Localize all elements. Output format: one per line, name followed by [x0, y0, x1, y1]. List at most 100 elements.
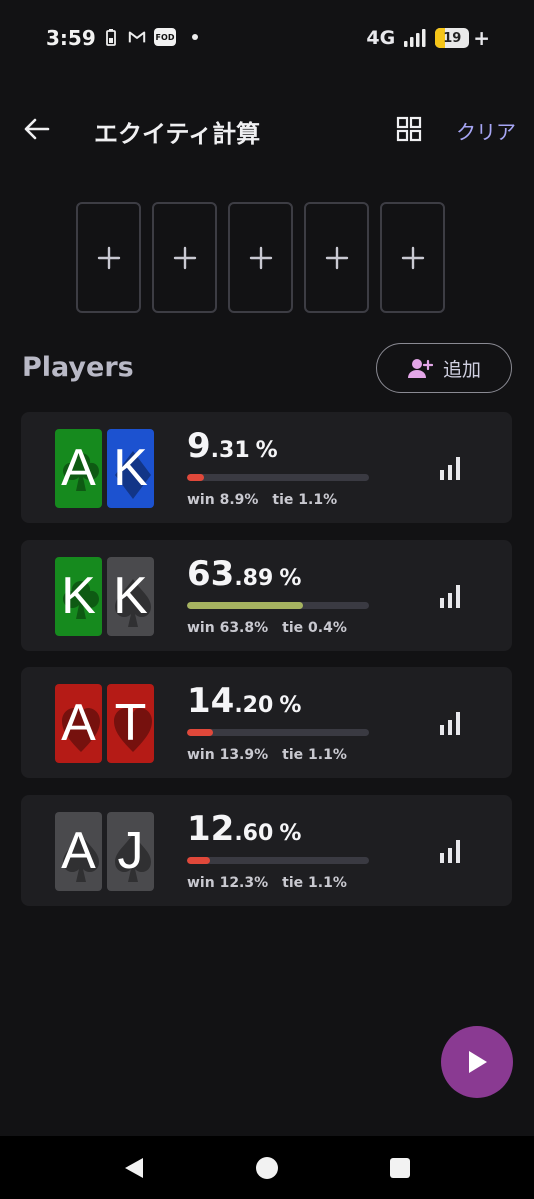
card-rank: K [61, 567, 96, 625]
win-stat: win 8.9% [187, 492, 259, 508]
equity-bar-fill [187, 474, 204, 481]
stats-bars-icon[interactable] [437, 837, 465, 865]
equity-decimal: .31 [210, 438, 250, 463]
charging-plus-icon: + [473, 26, 490, 50]
equity-value: 9.31% [187, 426, 278, 466]
plus-icon [325, 246, 348, 269]
calculate-play-button[interactable] [441, 1026, 513, 1098]
equity-integer: 9 [187, 426, 211, 466]
hole-card[interactable]: K [107, 557, 154, 636]
equity-value: 63.89% [187, 554, 301, 594]
tie-stat: tie 1.1% [282, 875, 347, 891]
hole-cards: A T [55, 684, 154, 763]
win-tie-stats: win 63.8% tie 0.4% [187, 620, 347, 636]
win-tie-stats: win 13.9% tie 1.1% [187, 747, 347, 763]
status-icons-right: 4G 19 + [366, 26, 490, 50]
win-stat: win 13.9% [187, 747, 269, 763]
hole-card[interactable]: K [107, 429, 154, 508]
stats-bars-icon[interactable] [437, 582, 465, 610]
hole-card[interactable]: K [55, 557, 102, 636]
fod-app-icon: FOD [154, 28, 176, 46]
equity-decimal: .89 [234, 566, 274, 591]
card-rank: K [113, 567, 148, 625]
system-nav-bar [0, 1136, 534, 1199]
signal-icon [404, 29, 426, 47]
card-rank: T [114, 694, 147, 752]
player-row[interactable]: A K 9.31% win 8.9% tie 1.1% [21, 412, 512, 523]
grid-view-icon[interactable] [396, 116, 422, 142]
plus-icon [249, 246, 272, 269]
equity-bar-fill [187, 602, 304, 609]
stats-bars-icon[interactable] [437, 709, 465, 737]
equity-decimal: .60 [234, 821, 274, 846]
equity-bar [187, 474, 369, 481]
card-rank: K [113, 439, 148, 497]
recents-nav-icon[interactable] [386, 1154, 414, 1182]
back-arrow-icon[interactable] [22, 114, 52, 144]
board-cards [76, 202, 445, 313]
win-tie-stats: win 12.3% tie 1.1% [187, 875, 347, 891]
equity-integer: 12 [187, 809, 235, 849]
status-bar: 3:59 FOD 4G 19 + [0, 0, 534, 80]
play-icon [469, 1051, 487, 1073]
player-row[interactable]: A T 14.20% win 13.9% tie 1.1% [21, 667, 512, 778]
gmail-icon [128, 28, 146, 46]
equity-bar-fill [187, 729, 213, 736]
player-row[interactable]: A J 12.60% win 12.3% tie 1.1% [21, 795, 512, 906]
add-player-button[interactable]: 追加 [376, 343, 512, 393]
hole-cards: K K [55, 557, 154, 636]
stats-bars-icon[interactable] [437, 454, 465, 482]
app-bar: エクイティ計算 クリア [0, 100, 534, 160]
equity-unit: % [279, 693, 302, 718]
hole-card[interactable]: J [107, 812, 154, 891]
equity-integer: 63 [187, 554, 235, 594]
tie-stat: tie 0.4% [282, 620, 347, 636]
players-heading: Players [22, 352, 134, 383]
notification-dot-icon [192, 34, 198, 40]
equity-bar-fill [187, 857, 210, 864]
board-slot-3[interactable] [228, 202, 293, 313]
tie-stat: tie 1.1% [272, 492, 338, 508]
add-person-icon [407, 359, 433, 378]
board-slot-2[interactable] [152, 202, 217, 313]
equity-unit: % [279, 566, 302, 591]
equity-value: 14.20% [187, 681, 301, 721]
hole-card[interactable]: A [55, 812, 102, 891]
page-title: エクイティ計算 [94, 120, 261, 148]
plus-icon [173, 246, 196, 269]
board-slot-5[interactable] [380, 202, 445, 313]
win-stat: win 63.8% [187, 620, 269, 636]
card-rank: A [61, 822, 96, 880]
battery-level: 19 [443, 30, 462, 46]
home-nav-icon[interactable] [253, 1154, 281, 1182]
clear-button[interactable]: クリア [456, 116, 516, 145]
hole-cards: A K [55, 429, 154, 508]
plus-icon [97, 246, 120, 269]
equity-bar [187, 602, 369, 609]
status-icons-left: FOD [102, 28, 198, 46]
win-tie-stats: win 8.9% tie 1.1% [187, 492, 337, 508]
network-type: 4G [366, 27, 396, 49]
board-slot-4[interactable] [304, 202, 369, 313]
hole-cards: A J [55, 812, 154, 891]
equity-unit: % [255, 438, 278, 463]
equity-bar [187, 729, 369, 736]
hole-card[interactable]: A [55, 684, 102, 763]
equity-value: 12.60% [187, 809, 301, 849]
equity-decimal: .20 [234, 693, 274, 718]
player-row[interactable]: K K 63.89% win 63.8% tie 0.4% [21, 540, 512, 651]
equity-bar [187, 857, 369, 864]
plus-icon [401, 246, 424, 269]
battery-icon: 19 [435, 28, 470, 48]
equity-integer: 14 [187, 681, 235, 721]
win-stat: win 12.3% [187, 875, 269, 891]
tie-stat: tie 1.1% [282, 747, 347, 763]
back-nav-icon[interactable] [120, 1154, 148, 1182]
card-rank: A [61, 439, 96, 497]
battery-saver-icon [102, 28, 120, 46]
board-slot-1[interactable] [76, 202, 141, 313]
card-rank: J [117, 822, 144, 880]
add-player-label: 追加 [442, 358, 481, 381]
hole-card[interactable]: A [55, 429, 102, 508]
hole-card[interactable]: T [107, 684, 154, 763]
